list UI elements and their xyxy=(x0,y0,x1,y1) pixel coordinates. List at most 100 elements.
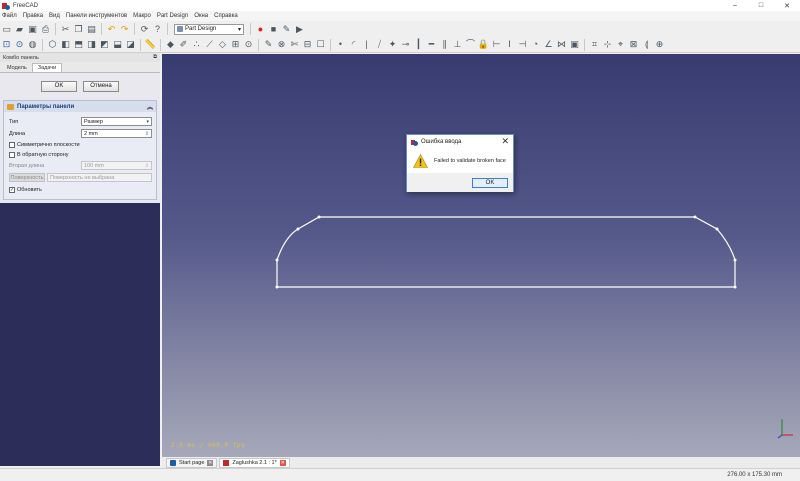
pad-parameters-header[interactable]: Параметры панели ︽ xyxy=(4,101,156,112)
ok-button[interactable]: OK xyxy=(41,80,77,92)
save-icon[interactable]: ▣ xyxy=(27,24,38,35)
select-axis-icon[interactable]: ⌖ xyxy=(615,39,626,50)
select-origin-icon[interactable]: ⊹ xyxy=(602,39,613,50)
block-constraint-icon[interactable]: ▣ xyxy=(569,39,580,50)
tab-start-page[interactable]: Start page ✕ xyxy=(166,457,218,468)
polyline-icon[interactable]: ⧸ xyxy=(374,39,385,50)
copy-icon[interactable]: ❐ xyxy=(73,24,84,35)
fit-selection-icon[interactable]: ⊙ xyxy=(14,39,25,50)
record-macro-icon[interactable]: ● xyxy=(255,24,266,35)
clone-icon[interactable]: ⊙ xyxy=(243,39,254,50)
minimize-button[interactable]: – xyxy=(722,0,748,11)
open-folder-icon[interactable]: ▰ xyxy=(14,24,25,35)
menu-help[interactable]: Справка xyxy=(214,13,238,19)
validate-sketch-icon[interactable]: ☐ xyxy=(315,39,326,50)
view-rear-icon[interactable]: ◩ xyxy=(99,39,110,50)
view-bottom-icon[interactable]: ⬓ xyxy=(112,39,123,50)
cut-icon[interactable]: ✂ xyxy=(60,24,71,35)
view-top-icon[interactable]: ⬒ xyxy=(73,39,84,50)
menu-edit[interactable]: Правка xyxy=(23,13,43,19)
datum-plane-icon[interactable]: ◇ xyxy=(217,39,228,50)
vertical-distance-icon[interactable]: I xyxy=(504,39,515,50)
map-sketch-icon[interactable]: ⊟ xyxy=(302,39,313,50)
print-icon[interactable]: ⎙ xyxy=(40,24,51,35)
workbench-selector[interactable]: Part Design ▾ xyxy=(174,23,244,35)
reversed-row[interactable]: В обратную сторону xyxy=(9,150,152,160)
show-hide-geometry-icon[interactable]: ⊕ xyxy=(654,39,665,50)
draw-style-icon[interactable]: ◍ xyxy=(27,39,38,50)
tab-tasks[interactable]: Задачи xyxy=(31,63,63,72)
datum-line-icon[interactable]: ⟋ xyxy=(204,39,215,50)
face-button[interactable]: Поверхность xyxy=(9,173,45,182)
symmetric-constraint-icon[interactable]: ⋈ xyxy=(556,39,567,50)
type-select[interactable]: Размер ▾ xyxy=(81,117,152,126)
distance-constraint-icon[interactable]: ⊢ xyxy=(491,39,502,50)
maximize-button[interactable]: □ xyxy=(748,0,774,11)
update-checkbox[interactable]: ✓ xyxy=(9,187,15,193)
edit-macro-icon[interactable]: ✎ xyxy=(281,24,292,35)
undock-icon[interactable]: ⧉ xyxy=(153,54,157,61)
tab-zaglushka[interactable]: Zaglushka 2.1 : 1* ✕ xyxy=(219,457,290,468)
update-row[interactable]: ✓ Обновить xyxy=(9,185,152,195)
refresh-icon[interactable]: ⟳ xyxy=(139,24,150,35)
new-document-icon[interactable]: ▭ xyxy=(1,24,12,35)
close-sketch-icon[interactable]: ⊗ xyxy=(276,39,287,50)
menu-toolbars[interactable]: Панели инструментов xyxy=(66,13,127,19)
menu-part-design[interactable]: Part Design xyxy=(157,13,188,19)
view-left-icon[interactable]: ◪ xyxy=(125,39,136,50)
menu-file[interactable]: Файл xyxy=(2,13,17,19)
radius-constraint-icon[interactable]: ◔ xyxy=(530,39,541,50)
vertical-constraint-icon[interactable]: ┃ xyxy=(413,39,424,50)
horizontal-constraint-icon[interactable]: ━ xyxy=(426,39,437,50)
select-constraints-icon[interactable]: ⌗ xyxy=(589,39,600,50)
close-icon[interactable]: ✕ xyxy=(207,459,214,466)
collapse-icon[interactable]: ︽ xyxy=(147,102,153,111)
undo-icon[interactable]: ↶ xyxy=(106,24,117,35)
coincident-icon[interactable]: ✦ xyxy=(387,39,398,50)
sketch-outline[interactable] xyxy=(276,216,736,288)
shape-binder-icon[interactable]: ⊞ xyxy=(230,39,241,50)
fit-all-icon[interactable]: ⊡ xyxy=(1,39,12,50)
face-input[interactable]: Поверхность не выбрана xyxy=(47,173,152,182)
redo-icon[interactable]: ↷ xyxy=(119,24,130,35)
whats-this-icon[interactable]: ? xyxy=(152,24,163,35)
parallel-constraint-icon[interactable]: ∥ xyxy=(439,39,450,50)
dialog-ok-button[interactable]: OK xyxy=(472,177,508,188)
sketcher-icon[interactable]: ✎ xyxy=(263,39,274,50)
reversed-checkbox[interactable] xyxy=(9,152,15,158)
run-macro-icon[interactable]: ▶ xyxy=(294,24,305,35)
perpendicular-constraint-icon[interactable]: ⊥ xyxy=(452,39,463,50)
angle-constraint-icon[interactable]: ∠ xyxy=(543,39,554,50)
view-sketch-icon[interactable]: ✄ xyxy=(289,39,300,50)
spinbox-icon[interactable]: ⇳ xyxy=(145,131,149,137)
menu-view[interactable]: Вид xyxy=(49,13,60,19)
close-window-button[interactable]: ✕ xyxy=(774,0,800,11)
measure-icon[interactable]: 📏 xyxy=(145,39,156,50)
select-conflicting-icon[interactable]: ⊠ xyxy=(628,39,639,50)
line-icon[interactable]: | xyxy=(361,39,372,50)
select-redundant-icon[interactable]: ⟬ xyxy=(641,39,652,50)
3d-view[interactable]: 2.0 ms / 500.0 fps xyxy=(162,54,800,457)
second-length-input[interactable]: 100 mm ⇳ xyxy=(81,161,152,170)
arc-icon[interactable]: ◜ xyxy=(348,39,359,50)
horizontal-distance-icon[interactable]: ⊣ xyxy=(517,39,528,50)
length-input[interactable]: 2 mm ⇳ xyxy=(81,129,152,138)
view-isometric-icon[interactable]: ⬡ xyxy=(47,39,58,50)
sketch-icon[interactable]: ✐ xyxy=(178,39,189,50)
view-front-icon[interactable]: ◧ xyxy=(60,39,71,50)
point-on-object-icon[interactable]: ⊸ xyxy=(400,39,411,50)
view-right-icon[interactable]: ◨ xyxy=(86,39,97,50)
menu-windows[interactable]: Окна xyxy=(194,13,208,19)
symmetric-checkbox[interactable] xyxy=(9,142,15,148)
point-icon[interactable]: • xyxy=(335,39,346,50)
body-icon[interactable]: ◆ xyxy=(165,39,176,50)
paste-icon[interactable]: ▤ xyxy=(86,24,97,35)
stop-macro-icon[interactable]: ■ xyxy=(268,24,279,35)
menu-macro[interactable]: Макро xyxy=(133,13,151,19)
datum-point-icon[interactable]: ∴ xyxy=(191,39,202,50)
tab-model[interactable]: Модель xyxy=(2,64,32,72)
close-icon[interactable]: ✕ xyxy=(279,459,286,466)
lock-constraint-icon[interactable]: 🔒 xyxy=(478,39,489,50)
symmetric-row[interactable]: Симметрично плоскости xyxy=(9,140,152,150)
tangent-constraint-icon[interactable]: ⌒ xyxy=(465,39,476,50)
